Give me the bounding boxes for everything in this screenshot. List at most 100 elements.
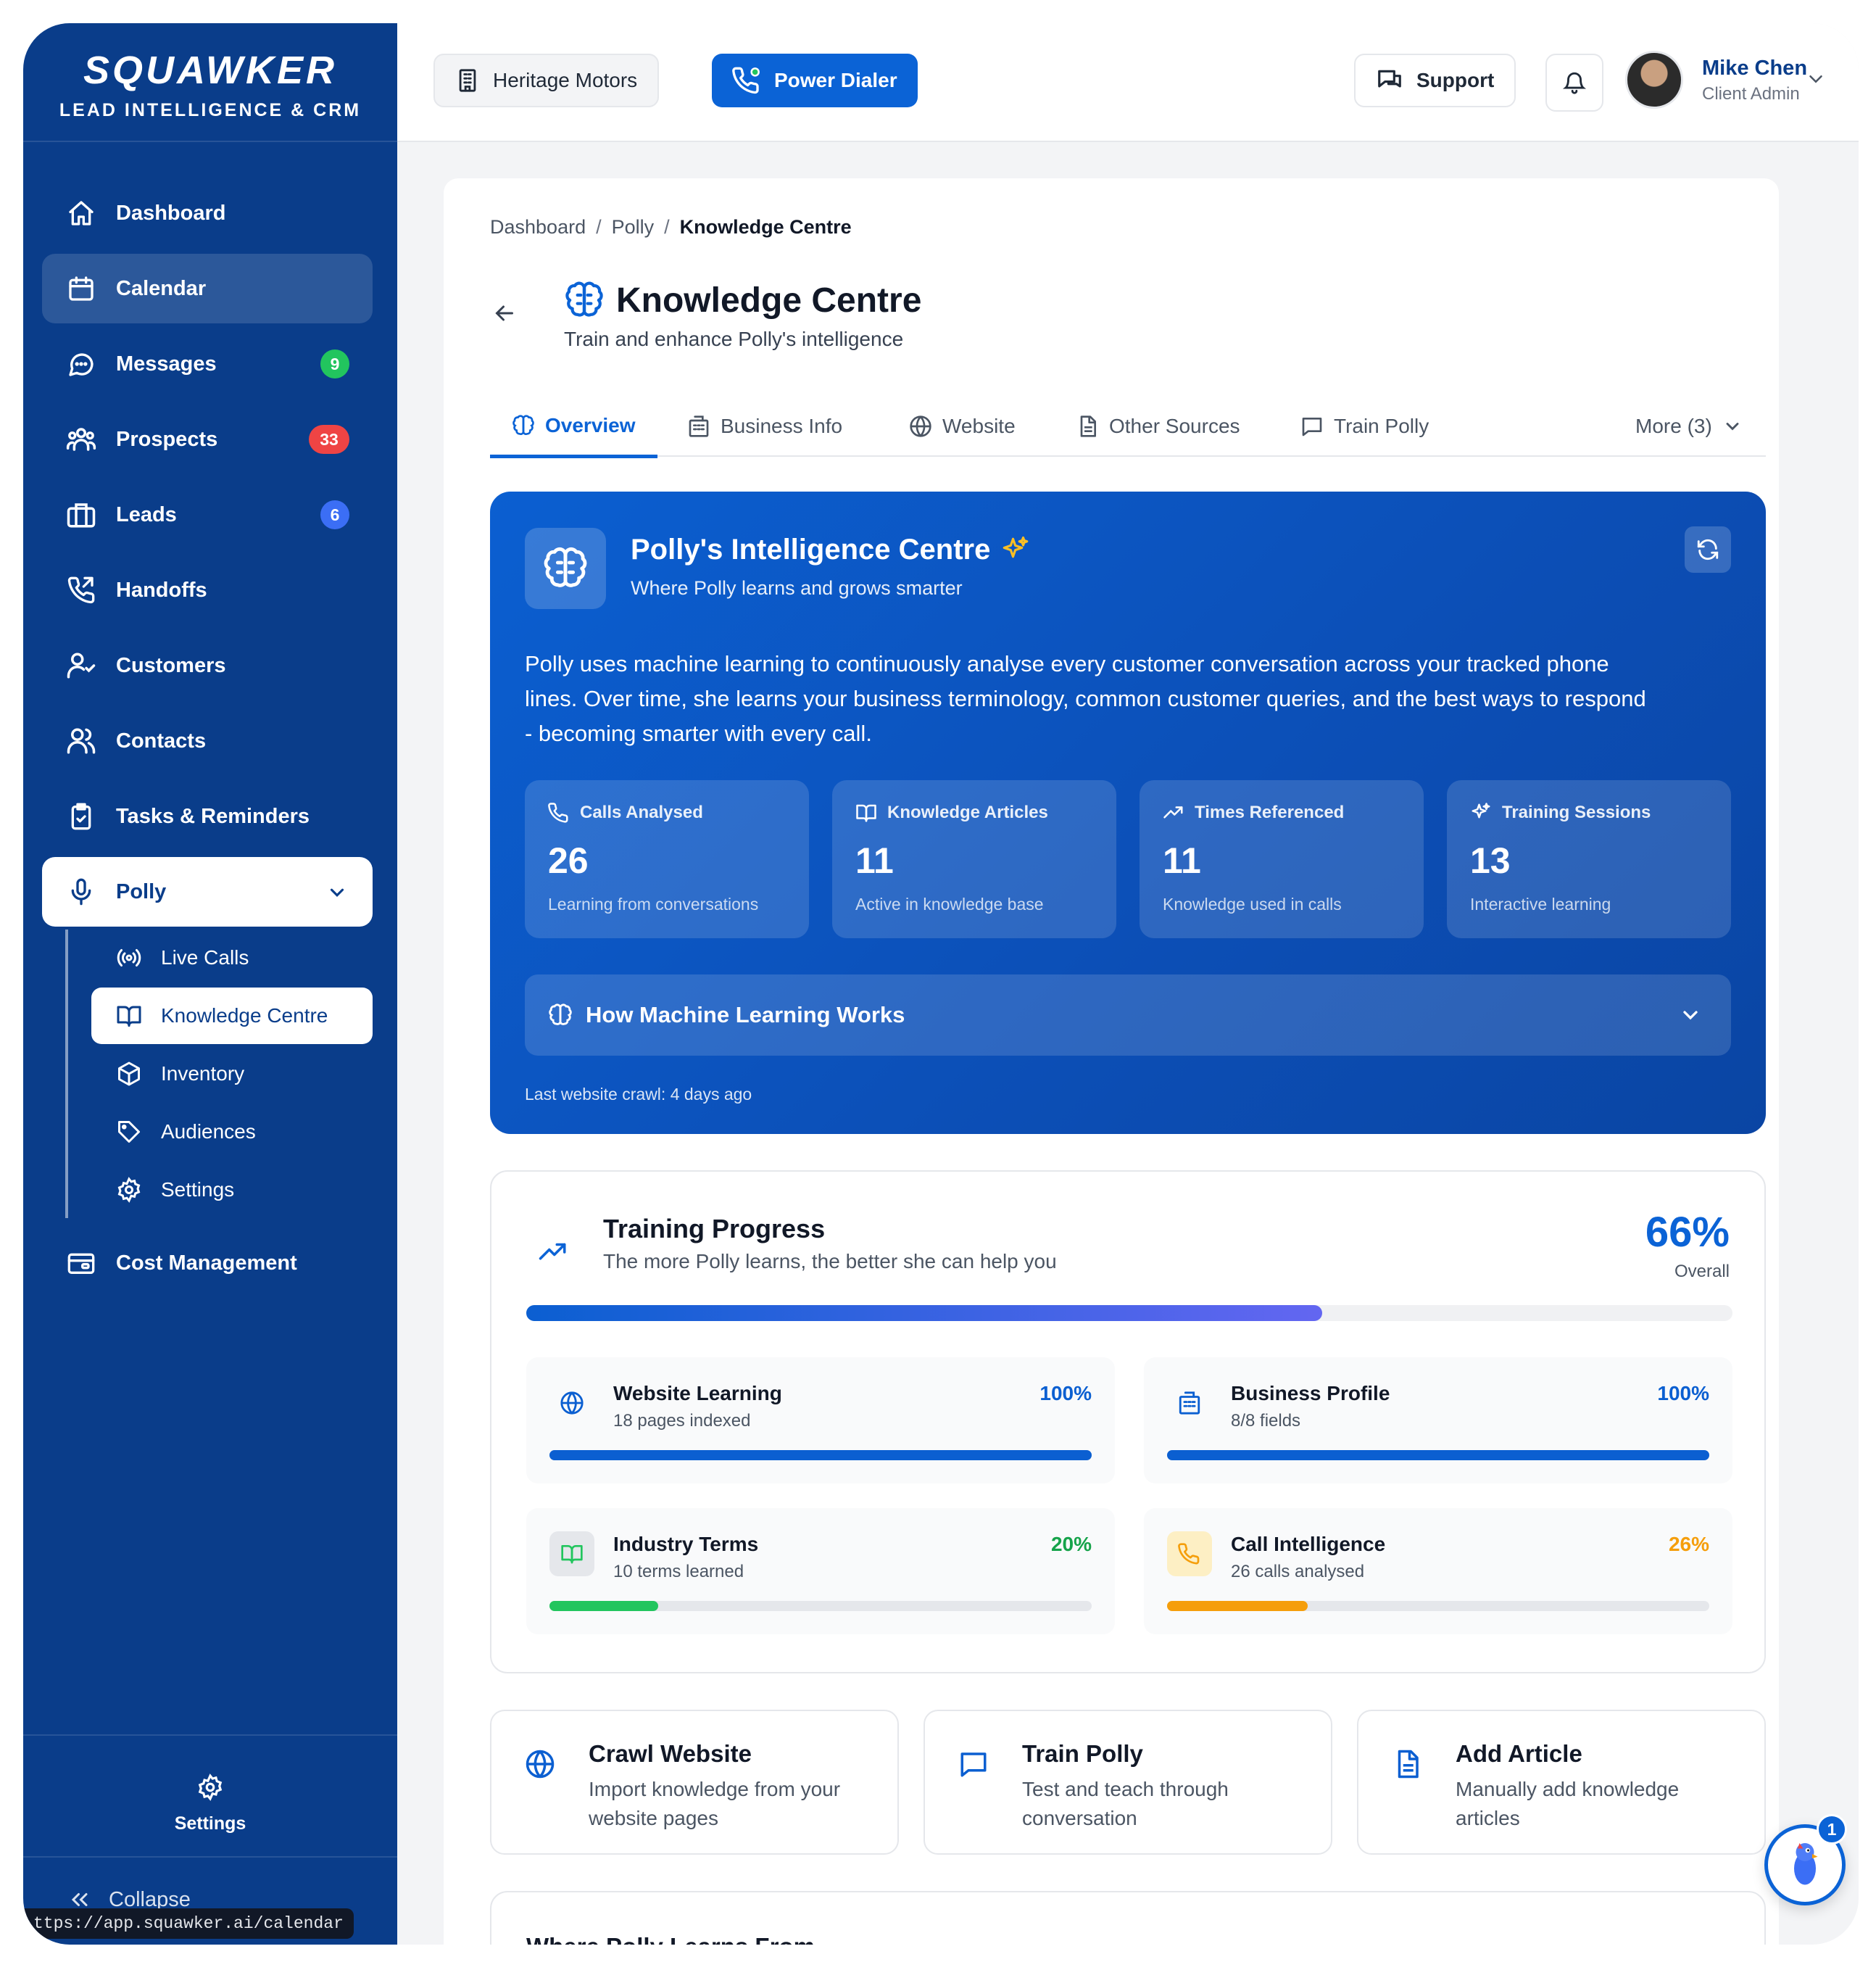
subnav-item-live-calls[interactable]: Live Calls [91,930,373,986]
action-description: Manually add knowledge articles [1456,1778,1680,1829]
brand-tagline: LEAD INTELLIGENCE & CRM [59,100,362,120]
tab-website[interactable]: Website [909,396,1016,457]
tab-label: More (3) [1635,415,1712,437]
sidebar-item-tasks[interactable]: Tasks & Reminders [42,782,373,851]
sidebar-item-handoffs[interactable]: Handoffs [42,555,373,625]
subnav-item-label: Knowledge Centre [161,1004,328,1027]
hero-subtitle: Where Polly learns and grows smarter [631,577,963,599]
overall-progress-fill [526,1305,1323,1321]
stat-note: Learning from conversations [548,895,759,914]
sidebar-item-label: Cost Management [116,1251,297,1275]
prospects-count-badge: 33 [309,425,349,454]
sidebar-item-customers[interactable]: Customers [42,631,373,700]
user-name[interactable]: Mike Chen [1702,57,1807,80]
subnav-item-audiences[interactable]: Audiences [91,1104,373,1160]
power-dialer-button[interactable]: Power Dialer [712,54,918,107]
sidebar-item-polly[interactable]: Polly [42,857,373,927]
chevron-down-icon[interactable] [1805,68,1827,94]
breadcrumb-polly[interactable]: Polly [612,216,655,238]
crawl-website-card[interactable]: Crawl Website Import knowledge from your… [490,1710,899,1855]
add-article-card[interactable]: Add Article Manually add knowledge artic… [1357,1710,1766,1855]
stat-label: Calls Analysed [548,802,786,824]
status-bar-url: ttps://app.squawker.ai/calendar [23,1908,354,1939]
phone-icon [548,802,570,824]
sidebar-item-label: Tasks & Reminders [116,804,310,828]
subnav-item-label: Live Calls [161,946,249,969]
microphone-icon [65,876,97,908]
avatar[interactable] [1625,51,1683,109]
organization-selector[interactable]: Heritage Motors [433,54,660,107]
stat-card-training-sessions: Training Sessions 13 Interactive learnin… [1447,780,1731,938]
back-button[interactable] [491,300,518,330]
sidebar-item-calendar[interactable]: Calendar [42,254,373,323]
progress-fill [549,1450,1092,1460]
gear-icon [115,1175,144,1204]
sidebar-item-dashboard[interactable]: Dashboard [42,178,373,248]
progress-percentage: 100% [1657,1382,1709,1404]
globe-icon [549,1381,594,1425]
chat-icon [958,1749,989,1783]
sidebar-item-leads[interactable]: Leads 6 [42,480,373,550]
ml-explainer-accordion[interactable]: How Machine Learning Works [525,974,1731,1056]
tab-business-info[interactable]: Business Info [687,396,842,457]
progress-detail: 18 pages indexed [613,1411,751,1431]
refresh-button[interactable] [1685,526,1731,573]
hero-title-text: Polly's Intelligence Centre [631,534,991,566]
tab-bar: Overview Business Info Website Other Sou… [490,396,1766,458]
subnav-item-knowledge-centre[interactable]: Knowledge Centre [91,988,373,1044]
tab-train-polly[interactable]: Train Polly [1300,396,1429,457]
tab-other-sources[interactable]: Other Sources [1076,396,1240,457]
building-icon [1167,1381,1212,1425]
progress-name: Call Intelligence [1231,1533,1386,1555]
support-button[interactable]: Support [1354,54,1516,107]
sidebar-item-contacts[interactable]: Contacts [42,706,373,776]
breadcrumb: Dashboard / Polly / Knowledge Centre [490,216,852,239]
tab-label: Other Sources [1109,415,1240,437]
training-title: Training Progress [603,1214,826,1243]
overall-percentage: 66% [1645,1209,1730,1256]
tab-overview[interactable]: Overview [490,396,657,458]
sidebar-settings-button[interactable]: Settings [23,1734,397,1858]
brain-icon [548,1003,573,1027]
tab-more[interactable]: More (3) [1635,396,1743,457]
brain-icon [564,280,605,320]
subnav-item-inventory[interactable]: Inventory [91,1046,373,1102]
stat-note: Active in knowledge base [855,895,1044,914]
stat-note: Knowledge used in calls [1163,895,1342,914]
progress-name: Business Profile [1231,1382,1390,1404]
briefcase-icon [65,499,97,531]
sidebar-item-prospects[interactable]: Prospects 33 [42,405,373,474]
trending-up-icon [538,1237,568,1271]
progress-fill [1167,1450,1709,1460]
subnav-item-settings[interactable]: Settings [91,1162,373,1218]
sidebar-item-cost-management[interactable]: Cost Management [42,1228,373,1298]
notifications-button[interactable] [1545,54,1603,112]
last-crawl-text: Last website crawl: 4 days ago [525,1085,752,1104]
progress-card-website-learning: Website Learning 18 pages indexed 100% [526,1357,1115,1483]
train-polly-card[interactable]: Train Polly Test and teach through conve… [924,1710,1332,1855]
wallet-icon [65,1247,97,1279]
gear-icon [23,1773,397,1806]
parrot-icon [1783,1839,1827,1890]
stat-label: Times Referenced [1163,802,1400,824]
phone-forward-icon [65,574,97,606]
action-description: Import knowledge from your website pages [589,1778,841,1829]
sidebar-item-label: Prospects [116,427,218,451]
sidebar-nav: Dashboard Calendar Messages 9 Prospects … [42,178,373,1304]
phone-active-icon [732,66,761,95]
polly-subnav: Live Calls Knowledge Centre Inventory Au… [65,930,373,1218]
power-dialer-label: Power Dialer [774,69,897,91]
progress-bar [549,1601,1092,1611]
breadcrumb-dashboard[interactable]: Dashboard [490,216,586,238]
document-icon [1392,1749,1422,1783]
stat-label-text: Times Referenced [1195,803,1345,822]
brand[interactable]: SQUAWKER LEAD INTELLIGENCE & CRM [23,23,397,142]
stat-label-text: Training Sessions [1502,803,1651,822]
sidebar-settings-label: Settings [174,1813,246,1834]
hero-description: Polly uses machine learning to continuou… [525,651,1646,746]
sidebar-item-messages[interactable]: Messages 9 [42,329,373,399]
stat-label-text: Calls Analysed [580,803,703,822]
progress-detail: 26 calls analysed [1231,1562,1365,1581]
progress-fill [549,1601,658,1611]
sidebar-item-label: Contacts [116,729,207,753]
